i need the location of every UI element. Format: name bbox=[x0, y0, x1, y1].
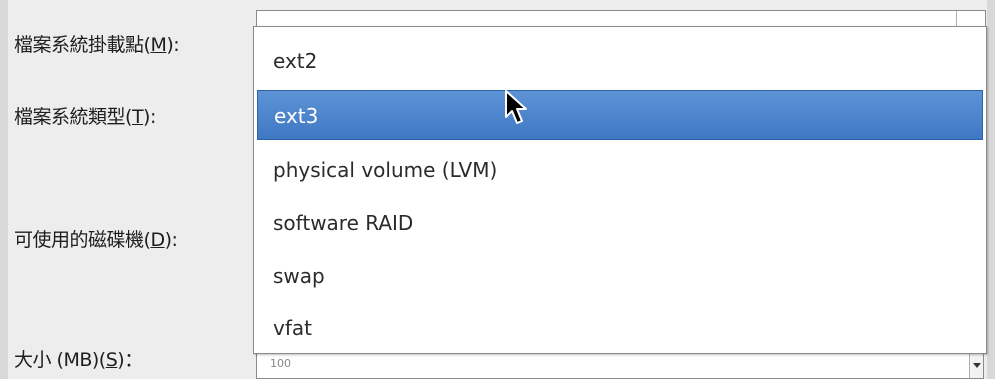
option-ext3[interactable]: ext3 bbox=[257, 90, 983, 140]
drives-label-text: 可使用的磁碟機 bbox=[14, 229, 144, 251]
mount-point-label-text: 檔案系統掛載點 bbox=[14, 34, 144, 56]
size-value: 100 bbox=[270, 357, 291, 370]
option-ext2[interactable]: ext2 bbox=[257, 36, 983, 86]
drives-label: 可使用的磁碟機(D): bbox=[14, 229, 178, 251]
fs-type-label-suffix: ): bbox=[143, 106, 156, 128]
size-spin-field[interactable]: 100 bbox=[256, 350, 984, 379]
option-swap[interactable]: swap bbox=[257, 251, 983, 301]
drives-mnemonic: D bbox=[150, 229, 165, 251]
fs-type-label: 檔案系統類型(T): bbox=[14, 106, 156, 128]
fs-type-mnemonic: T bbox=[131, 106, 144, 128]
size-label: 大小 (MB)(S)： bbox=[14, 349, 143, 371]
size-mnemonic: S bbox=[105, 349, 118, 371]
mount-point-mnemonic: M bbox=[150, 34, 167, 56]
fs-type-label-text: 檔案系統類型 bbox=[14, 106, 126, 128]
size-label-suffix: )： bbox=[117, 349, 143, 371]
drives-label-suffix: ): bbox=[164, 229, 178, 251]
size-label-text: 大小 (MB) bbox=[14, 349, 99, 371]
option-software-raid[interactable]: software RAID bbox=[257, 198, 983, 248]
window-frame-right bbox=[987, 0, 995, 379]
option-vfat[interactable]: vfat bbox=[257, 303, 983, 353]
fs-type-dropdown-list: ext2 ext3 physical volume (LVM) software… bbox=[253, 26, 987, 354]
mount-point-label-suffix: ): bbox=[166, 34, 180, 56]
spin-down-arrow-icon[interactable] bbox=[969, 351, 983, 378]
option-physical-volume-lvm[interactable]: physical volume (LVM) bbox=[257, 145, 983, 195]
window-frame-left bbox=[0, 0, 8, 379]
mouse-pointer-icon bbox=[505, 90, 527, 124]
mount-point-label: 檔案系統掛載點(M): bbox=[14, 34, 180, 56]
